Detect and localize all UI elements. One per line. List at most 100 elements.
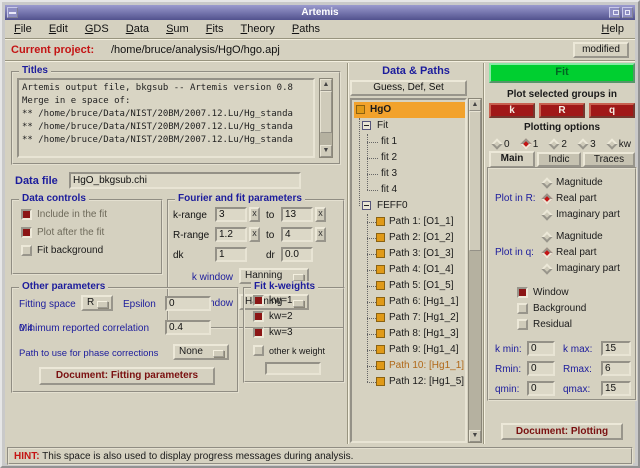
tree-item-path[interactable]: Path 4: [O1_4] (352, 262, 465, 278)
collapse-icon[interactable] (362, 201, 371, 210)
radio-indicator[interactable] (548, 138, 561, 150)
checkbox-indicator[interactable] (253, 311, 264, 322)
titlebar[interactable]: Artemis (5, 5, 635, 20)
dk-input[interactable]: 1 (215, 247, 247, 262)
tab-main[interactable]: Main (489, 151, 535, 168)
tree-item-fit2[interactable]: fit 2 (352, 150, 465, 166)
plot-q-button[interactable]: q (589, 103, 635, 118)
r-range-min-input[interactable]: 1.2 (215, 227, 247, 242)
document-fitting-parameters-button[interactable]: Document: Fitting parameters (39, 367, 215, 385)
tree-item-path[interactable]: Path 1: [O1_1] (352, 214, 465, 230)
r-magnitude-radio[interactable]: Magnitude (541, 176, 603, 189)
k-range-min-input[interactable]: 3 (215, 207, 247, 222)
menu-data[interactable]: Data (119, 20, 156, 37)
rmin-input[interactable]: 0 (527, 361, 555, 376)
tree-item-path[interactable]: Path 7: [Hg1_2] (352, 310, 465, 326)
kw1-checkbox[interactable]: kw=1 (253, 295, 293, 306)
r-imaginary-part-radio[interactable]: Imaginary part (541, 208, 620, 221)
modified-button[interactable]: modified (573, 42, 629, 58)
checkbox-indicator[interactable] (517, 303, 528, 314)
scroll-down-icon[interactable]: ▼ (469, 430, 481, 442)
tree-branch-fit[interactable]: Fit (352, 118, 465, 134)
dr-input[interactable]: 0.0 (281, 247, 313, 262)
kw-radio-3[interactable]: 3 (577, 137, 596, 151)
scroll-up-icon[interactable]: ▲ (469, 99, 481, 111)
tree-branch-feff0[interactable]: FEFF0 (352, 198, 465, 214)
tree-item-path[interactable]: Path 3: [O1_3] (352, 246, 465, 262)
r-range-max-pluck-button[interactable]: x (315, 227, 326, 242)
radio-indicator[interactable] (520, 138, 532, 150)
kmax-input[interactable]: 15 (601, 341, 631, 356)
tree-item-hgo[interactable]: HgO (352, 102, 465, 118)
min-correlation-input[interactable]: 0.4 (165, 320, 211, 335)
titles-scrollbar[interactable]: ▲ ▼ (319, 78, 333, 158)
tree-item-path[interactable]: Path 12: [Hg1_5] (352, 374, 465, 390)
checkbox-indicator[interactable] (517, 319, 528, 330)
window-menu-icon[interactable] (7, 7, 18, 18)
scroll-down-icon[interactable]: ▼ (320, 145, 332, 157)
k-range-max-pluck-button[interactable]: x (315, 207, 326, 222)
document-plotting-button[interactable]: Document: Plotting (501, 423, 623, 440)
tree-item-fit4[interactable]: fit 4 (352, 182, 465, 198)
plot-after-fit-checkbox[interactable]: Plot after the fit (21, 227, 104, 238)
checkbox-indicator[interactable] (517, 287, 528, 298)
collapse-icon[interactable] (362, 121, 371, 130)
tree-item-path[interactable]: Path 5: [O1_5] (352, 278, 465, 294)
radio-indicator[interactable] (606, 138, 618, 150)
checkbox-indicator[interactable] (21, 209, 32, 220)
menu-edit[interactable]: Edit (42, 20, 75, 37)
tab-indic[interactable]: Indic (537, 152, 581, 167)
radio-indicator[interactable] (541, 262, 553, 275)
plot-k-button[interactable]: k (489, 103, 535, 118)
radio-indicator[interactable] (541, 176, 553, 189)
checkbox-indicator[interactable] (253, 295, 264, 306)
maximize-icon[interactable] (622, 7, 633, 18)
tree-item-path[interactable]: Path 6: [Hg1_1] (352, 294, 465, 310)
radio-indicator[interactable] (541, 230, 553, 243)
other-kweight-checkbox[interactable]: other k weight (253, 345, 325, 356)
epsilon-input[interactable]: 0 (165, 296, 211, 311)
kmin-input[interactable]: 0 (527, 341, 555, 356)
titles-textarea[interactable]: Artemis output file, bkgsub -- Artemis v… (17, 78, 315, 158)
radio-indicator[interactable] (541, 192, 553, 205)
tree-item-path[interactable]: Path 2: [O1_2] (352, 230, 465, 246)
qmin-input[interactable]: 0 (527, 381, 555, 396)
checkbox-indicator[interactable] (253, 327, 264, 338)
checkbox-indicator[interactable] (21, 245, 32, 256)
residual-checkbox[interactable]: Residual (517, 319, 572, 330)
scroll-thumb[interactable] (320, 91, 332, 133)
kw3-checkbox[interactable]: kw=3 (253, 327, 293, 338)
fitting-space-select[interactable]: R (81, 295, 113, 311)
fit-button[interactable]: Fit (489, 63, 635, 83)
checkbox-indicator[interactable] (253, 345, 264, 356)
r-range-min-pluck-button[interactable]: x (249, 227, 260, 242)
radio-indicator[interactable] (541, 208, 553, 221)
radio-indicator[interactable] (541, 246, 553, 259)
menu-theory[interactable]: Theory (234, 20, 282, 37)
radio-indicator[interactable] (577, 138, 589, 150)
kw2-checkbox[interactable]: kw=2 (253, 311, 293, 322)
data-file-value[interactable]: HgO_bkgsub.chi (69, 172, 301, 189)
guess-def-set-button[interactable]: Guess, Def, Set (350, 80, 467, 96)
q-real-part-radio[interactable]: Real part (541, 246, 597, 259)
menu-fits[interactable]: Fits (199, 20, 231, 37)
window-checkbox[interactable]: Window (517, 287, 569, 298)
tree-item-path-marked[interactable]: Path 10: [Hg1_1] (352, 358, 465, 374)
scroll-thumb[interactable] (469, 111, 481, 251)
q-imaginary-part-radio[interactable]: Imaginary part (541, 262, 620, 275)
minimize-icon[interactable] (609, 7, 620, 18)
tree-item-fit3[interactable]: fit 3 (352, 166, 465, 182)
q-magnitude-radio[interactable]: Magnitude (541, 230, 603, 243)
background-checkbox[interactable]: Background (517, 303, 586, 314)
fit-background-checkbox[interactable]: Fit background (21, 245, 103, 256)
rmax-input[interactable]: 6 (601, 361, 631, 376)
menu-file[interactable]: File (7, 20, 39, 37)
radio-indicator[interactable] (491, 138, 503, 150)
qmax-input[interactable]: 15 (601, 381, 631, 396)
tree-item-fit1[interactable]: fit 1 (352, 134, 465, 150)
menu-gds[interactable]: GDS (78, 20, 116, 37)
scroll-up-icon[interactable]: ▲ (320, 79, 332, 91)
checkbox-indicator[interactable] (21, 227, 32, 238)
r-range-max-input[interactable]: 4 (281, 227, 313, 242)
tab-traces[interactable]: Traces (583, 152, 635, 167)
